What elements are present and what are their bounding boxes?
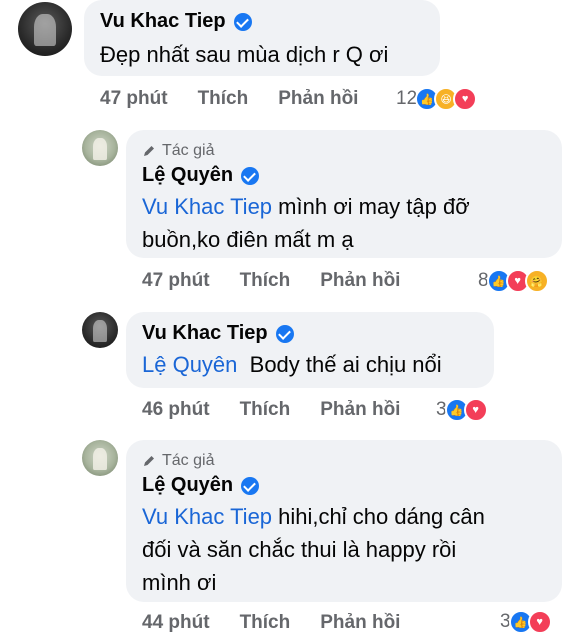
like-button[interactable]: Thích: [198, 88, 249, 110]
comment-actions: 47 phút Thích Phản hồi: [142, 270, 400, 292]
mention-link[interactable]: Vu Khac Tiep: [142, 194, 272, 219]
avatar[interactable]: [82, 312, 118, 348]
comment-text: Đẹp nhất sau mùa dịch r Q ơi: [100, 42, 389, 67]
pencil-icon: [144, 456, 154, 466]
verified-badge-icon: [275, 324, 294, 343]
reaction-summary[interactable]: 12 👍 😆 ♥: [396, 87, 478, 111]
love-icon: ♥: [527, 610, 552, 634]
reaction-count: 12: [396, 88, 418, 109]
comment-time[interactable]: 46 phút: [142, 399, 210, 421]
comment-time[interactable]: 47 phút: [142, 270, 210, 292]
mention-link[interactable]: Vu Khac Tiep: [142, 504, 272, 529]
avatar[interactable]: [18, 2, 72, 56]
comment-time[interactable]: 47 phút: [100, 88, 168, 110]
reply-button[interactable]: Phản hồi: [278, 88, 358, 110]
comment-time[interactable]: 44 phút: [142, 612, 210, 634]
comment-text: Lệ Quyên Body thế ai chịu nổi: [142, 352, 442, 377]
comment-actions: 47 phút Thích Phản hồi: [100, 88, 358, 110]
comment-1: Vu Khac Tiep Đẹp nhất sau mùa dịch r Q ơ…: [0, 0, 580, 120]
verified-badge-icon: [233, 12, 252, 31]
care-icon: 🤗: [524, 269, 549, 293]
comment-text: Vu Khac Tiep mình ơi may tập đỡ buồn,ko …: [142, 194, 470, 252]
author-tag: Tác giả: [142, 142, 214, 160]
reaction-summary[interactable]: 8 👍 ♥ 🤗: [478, 269, 549, 293]
avatar[interactable]: [82, 440, 118, 476]
author-name[interactable]: Lệ Quyên: [142, 474, 260, 497]
author-tag: Tác giả: [142, 452, 214, 470]
love-icon: ♥: [453, 87, 478, 111]
comment-4: Tác giả Lệ Quyên Vu Khac Tiep hihi,chỉ c…: [0, 430, 580, 634]
author-name[interactable]: Lệ Quyên: [142, 164, 260, 187]
avatar[interactable]: [82, 130, 118, 166]
like-button[interactable]: Thích: [240, 399, 291, 421]
author-name[interactable]: Vu Khac Tiep: [100, 10, 252, 33]
love-icon: ♥: [463, 398, 488, 422]
like-button[interactable]: Thích: [240, 270, 291, 292]
pencil-icon: [144, 146, 154, 156]
reply-button[interactable]: Phản hồi: [320, 612, 400, 634]
reply-button[interactable]: Phản hồi: [320, 399, 400, 421]
comment-text: Vu Khac Tiep hihi,chỉ cho dáng cân đối v…: [142, 504, 485, 595]
verified-badge-icon: [241, 476, 260, 495]
verified-badge-icon: [241, 166, 260, 185]
like-button[interactable]: Thích: [240, 612, 291, 634]
reaction-summary[interactable]: 3 👍 ♥: [500, 610, 552, 634]
comment-3: Vu Khac Tiep Lệ Quyên Body thế ai chịu n…: [0, 300, 580, 430]
comment-2: Tác giả Lệ Quyên Vu Khac Tiep mình ơi ma…: [0, 120, 580, 300]
mention-link[interactable]: Lệ Quyên: [142, 352, 237, 377]
reply-button[interactable]: Phản hồi: [320, 270, 400, 292]
author-name[interactable]: Vu Khac Tiep: [142, 322, 294, 345]
reaction-summary[interactable]: 3 👍 ♥: [436, 398, 488, 422]
comment-actions: 46 phút Thích Phản hồi: [142, 399, 400, 421]
comment-actions: 44 phút Thích Phản hồi: [142, 612, 400, 634]
